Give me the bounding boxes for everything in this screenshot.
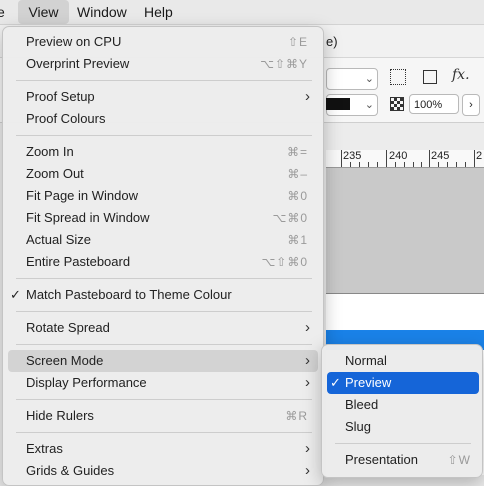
menu-item-shortcut: ⌘R [285, 409, 308, 423]
menu-item-fit-page[interactable]: Fit Page in Window ⌘0 [8, 185, 318, 207]
menu-item-label: Fit Spread in Window [26, 210, 150, 225]
opacity-field[interactable]: 100% [409, 94, 459, 114]
menu-item-label: Actual Size [26, 232, 92, 247]
menubar-help[interactable]: Help [144, 0, 173, 24]
menu-bar: e View Window Help [0, 0, 484, 25]
menu-item-label: Fit Page in Window [26, 188, 138, 203]
menu-item-label: Display Performance [26, 375, 147, 390]
chevron-down-icon: ⌄ [364, 99, 374, 111]
menu-item-display-performance[interactable]: Display Performance › [8, 372, 318, 394]
checkmark-icon: ✓ [330, 375, 341, 390]
font-style-dropdown[interactable]: ⌄ [326, 68, 378, 90]
menu-item-preview-on-cpu[interactable]: Preview on CPU ⇧E [8, 31, 318, 53]
menu-item-shortcut: ⌥⇧⌘0 [261, 255, 308, 269]
menu-separator [16, 399, 312, 400]
menu-separator [16, 344, 312, 345]
submenu-item-shortcut: ⇧W [447, 453, 471, 467]
menubar-window[interactable]: Window [77, 0, 127, 24]
menu-item-screen-mode[interactable]: Screen Mode › [8, 350, 318, 372]
menu-item-shortcut: ⌘= [286, 145, 308, 159]
submenu-item-bleed[interactable]: Bleed [327, 394, 479, 416]
pasteboard[interactable] [326, 168, 484, 294]
menu-item-label: Screen Mode [26, 353, 104, 368]
menubar-edit[interactable]: e [0, 0, 5, 24]
menu-item-proof-setup[interactable]: Proof Setup › [8, 86, 318, 108]
screen-mode-submenu: Normal ✓ Preview Bleed Slug Presentation… [321, 344, 483, 478]
chevron-right-icon: › [305, 440, 310, 457]
menu-item-label: Proof Setup [26, 89, 95, 104]
menu-item-fit-spread[interactable]: Fit Spread in Window ⌥⌘0 [8, 207, 318, 229]
menu-item-label: Proof Colours [26, 111, 106, 126]
menu-separator [16, 80, 312, 81]
menu-item-shortcut: ⌘– [287, 167, 308, 181]
menu-item-shortcut: ⇧E [287, 35, 308, 49]
menu-item-label: Rotate Spread [26, 320, 110, 335]
menubar-view[interactable]: View [18, 0, 69, 24]
menu-item-rotate-spread[interactable]: Rotate Spread › [8, 317, 318, 339]
menu-item-proof-colours[interactable]: Proof Colours [8, 108, 318, 130]
chevron-right-icon: › [305, 352, 310, 369]
effects-icon[interactable]: fx. [452, 67, 470, 83]
menu-separator [16, 311, 312, 312]
menu-item-overprint-preview[interactable]: Overprint Preview ⌥⇧⌘Y [8, 53, 318, 75]
ruler-tick-label: 2 [476, 150, 483, 162]
opacity-icon [390, 97, 404, 111]
ruler-tick-label: 245 [431, 150, 450, 162]
select-content-icon[interactable] [390, 69, 406, 85]
menu-item-label: Hide Rulers [26, 408, 94, 423]
chevron-right-icon: › [305, 88, 310, 105]
menu-item-label: Grids & Guides [26, 463, 115, 478]
submenu-item-label: Preview [345, 375, 392, 390]
menu-item-label: Preview on CPU [26, 34, 122, 49]
menu-item-shortcut: ⌘1 [287, 233, 308, 247]
chevron-down-icon: ⌄ [364, 73, 374, 85]
menu-item-label: Match Pasteboard to Theme Colour [26, 287, 232, 302]
checkmark-icon: ✓ [10, 287, 21, 302]
menu-item-shortcut: ⌥⌘0 [272, 211, 308, 225]
chevron-right-icon: › [305, 374, 310, 391]
submenu-item-label: Normal [345, 353, 387, 368]
chevron-right-icon: › [305, 319, 310, 336]
chevron-right-icon[interactable]: › [462, 94, 480, 116]
menu-item-extras[interactable]: Extras › [8, 438, 318, 460]
chevron-right-icon: › [305, 462, 310, 479]
ruler-tick-label: 235 [343, 150, 362, 162]
submenu-item-preview[interactable]: ✓ Preview [327, 372, 479, 394]
submenu-item-slug[interactable]: Slug [327, 416, 479, 438]
menu-item-label: Extras [26, 441, 63, 456]
menu-item-label: Overprint Preview [26, 56, 130, 71]
view-menu: Preview on CPU ⇧E Overprint Preview ⌥⇧⌘Y… [2, 26, 324, 486]
menu-item-label: Zoom Out [26, 166, 84, 181]
submenu-item-presentation[interactable]: Presentation ⇧W [327, 449, 479, 471]
menu-separator [16, 278, 312, 279]
submenu-item-label: Bleed [345, 397, 379, 412]
submenu-item-normal[interactable]: Normal [327, 350, 479, 372]
menu-item-hide-rulers[interactable]: Hide Rulers ⌘R [8, 405, 318, 427]
menu-item-zoom-in[interactable]: Zoom In ⌘= [8, 141, 318, 163]
menu-item-label: Entire Pasteboard [26, 254, 131, 269]
menu-separator [16, 432, 312, 433]
menu-separator [335, 443, 471, 444]
submenu-item-label: Presentation [345, 452, 418, 467]
menu-item-shortcut: ⌥⇧⌘Y [260, 57, 308, 71]
menu-separator [16, 135, 312, 136]
ruler-tick-label: 240 [389, 150, 408, 162]
horizontal-ruler[interactable]: 235 240 245 2 [326, 150, 484, 168]
menu-item-shortcut: ⌘0 [287, 189, 308, 203]
stroke-swatch [326, 98, 350, 110]
submenu-item-label: Slug [345, 419, 372, 434]
menu-item-match-pasteboard[interactable]: ✓ Match Pasteboard to Theme Colour [8, 284, 318, 306]
menu-item-zoom-out[interactable]: Zoom Out ⌘– [8, 163, 318, 185]
menu-item-label: Zoom In [26, 144, 74, 159]
document-title-fragment: e) [326, 34, 338, 49]
menu-item-actual-size[interactable]: Actual Size ⌘1 [8, 229, 318, 251]
frame-icon[interactable] [423, 70, 437, 84]
menu-item-entire-pasteboard[interactable]: Entire Pasteboard ⌥⇧⌘0 [8, 251, 318, 273]
menu-item-grids-guides[interactable]: Grids & Guides › [8, 460, 318, 482]
